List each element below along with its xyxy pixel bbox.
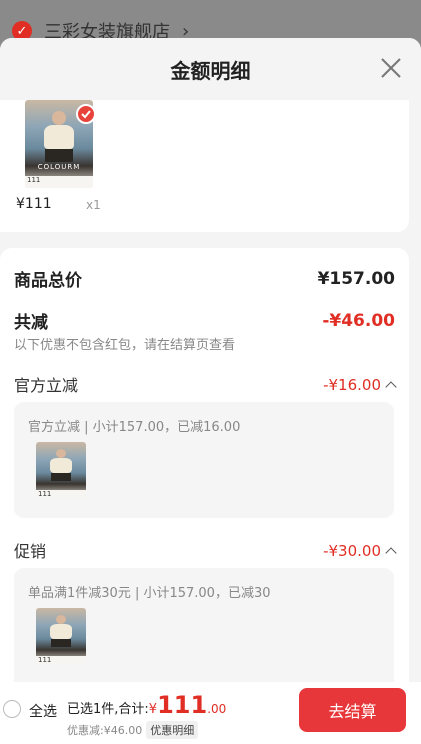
discount-info: 优惠减:¥46.00 优惠明细	[67, 721, 199, 739]
select-all-label[interactable]: 全选	[29, 701, 57, 721]
select-all-radio[interactable]	[3, 700, 21, 718]
reduction-note: 以下优惠不包含红包，请在结算页查看	[14, 338, 236, 353]
chevron-up-icon	[385, 547, 397, 559]
section-value: -¥16.00	[323, 375, 381, 394]
brand-text: COLOURM	[37, 163, 81, 172]
selected-summary: 已选1件,合计:	[67, 702, 149, 717]
section-detail-text: 单品满1件减30元 | 小计157.00，已减30	[28, 586, 271, 601]
checkout-bar: 全选 已选1件,合计: ¥ 111 .00 优惠减:¥46.00 优惠明细 去结…	[0, 682, 421, 744]
sheet-title: 金额明细	[170, 58, 251, 83]
total-amount: 111	[157, 691, 208, 719]
item-price: ¥111	[16, 196, 52, 212]
item-quantity: x1	[86, 198, 101, 212]
section-row-promotion[interactable]: 促销 -¥30.00	[14, 538, 397, 562]
product-thumbnail: 111	[36, 608, 86, 664]
reduction-value: -¥46.00	[322, 310, 395, 331]
chevron-up-icon	[385, 381, 397, 393]
total-summary: 已选1件,合计: ¥ 111 .00	[67, 691, 227, 719]
product-tag: 111	[36, 656, 86, 664]
discount-detail-button[interactable]: 优惠明细	[146, 721, 199, 739]
goods-total-label: 商品总价	[14, 271, 82, 291]
section-row-official[interactable]: 官方立减 -¥16.00	[14, 372, 397, 396]
product-tag: 111	[36, 490, 86, 498]
item-card: COLOURM 111 ¥111 x1	[0, 100, 409, 232]
sheet-header: 金额明细	[0, 38, 421, 100]
goods-total-row: 商品总价 ¥157.00	[14, 266, 395, 292]
section-label: 促销	[14, 542, 47, 561]
reduction-label: 共减	[14, 313, 48, 333]
section-value-wrap: -¥16.00	[323, 375, 397, 394]
section-detail-text: 官方立减 | 小计157.00，已减16.00	[28, 420, 241, 435]
amount-detail-sheet: 金额明细 COLOURM 111 ¥111 x1 商品总价 ¥157.00 共减…	[0, 38, 421, 744]
currency-symbol: ¥	[148, 702, 158, 717]
product-tag: 111	[25, 175, 93, 188]
goods-total-value: ¥157.00	[317, 268, 395, 289]
discount-text: 优惠减:¥46.00	[67, 724, 143, 737]
product-thumbnail: 111	[36, 442, 86, 498]
close-button[interactable]	[377, 54, 405, 82]
section-value: -¥30.00	[323, 541, 381, 560]
reduction-row: 共减 -¥46.00	[14, 308, 395, 334]
selected-check-icon	[76, 104, 96, 124]
price-breakdown-card: 商品总价 ¥157.00 共减 -¥46.00 以下优惠不包含红包，请在结算页查…	[0, 248, 409, 718]
total-decimal: .00	[207, 702, 227, 716]
checkout-button[interactable]: 去结算	[299, 688, 406, 732]
section-value-wrap: -¥30.00	[323, 541, 397, 560]
section-detail-box: 官方立减 | 小计157.00，已减16.00 111	[14, 402, 394, 518]
section-label: 官方立减	[14, 376, 79, 395]
close-icon	[381, 58, 401, 78]
